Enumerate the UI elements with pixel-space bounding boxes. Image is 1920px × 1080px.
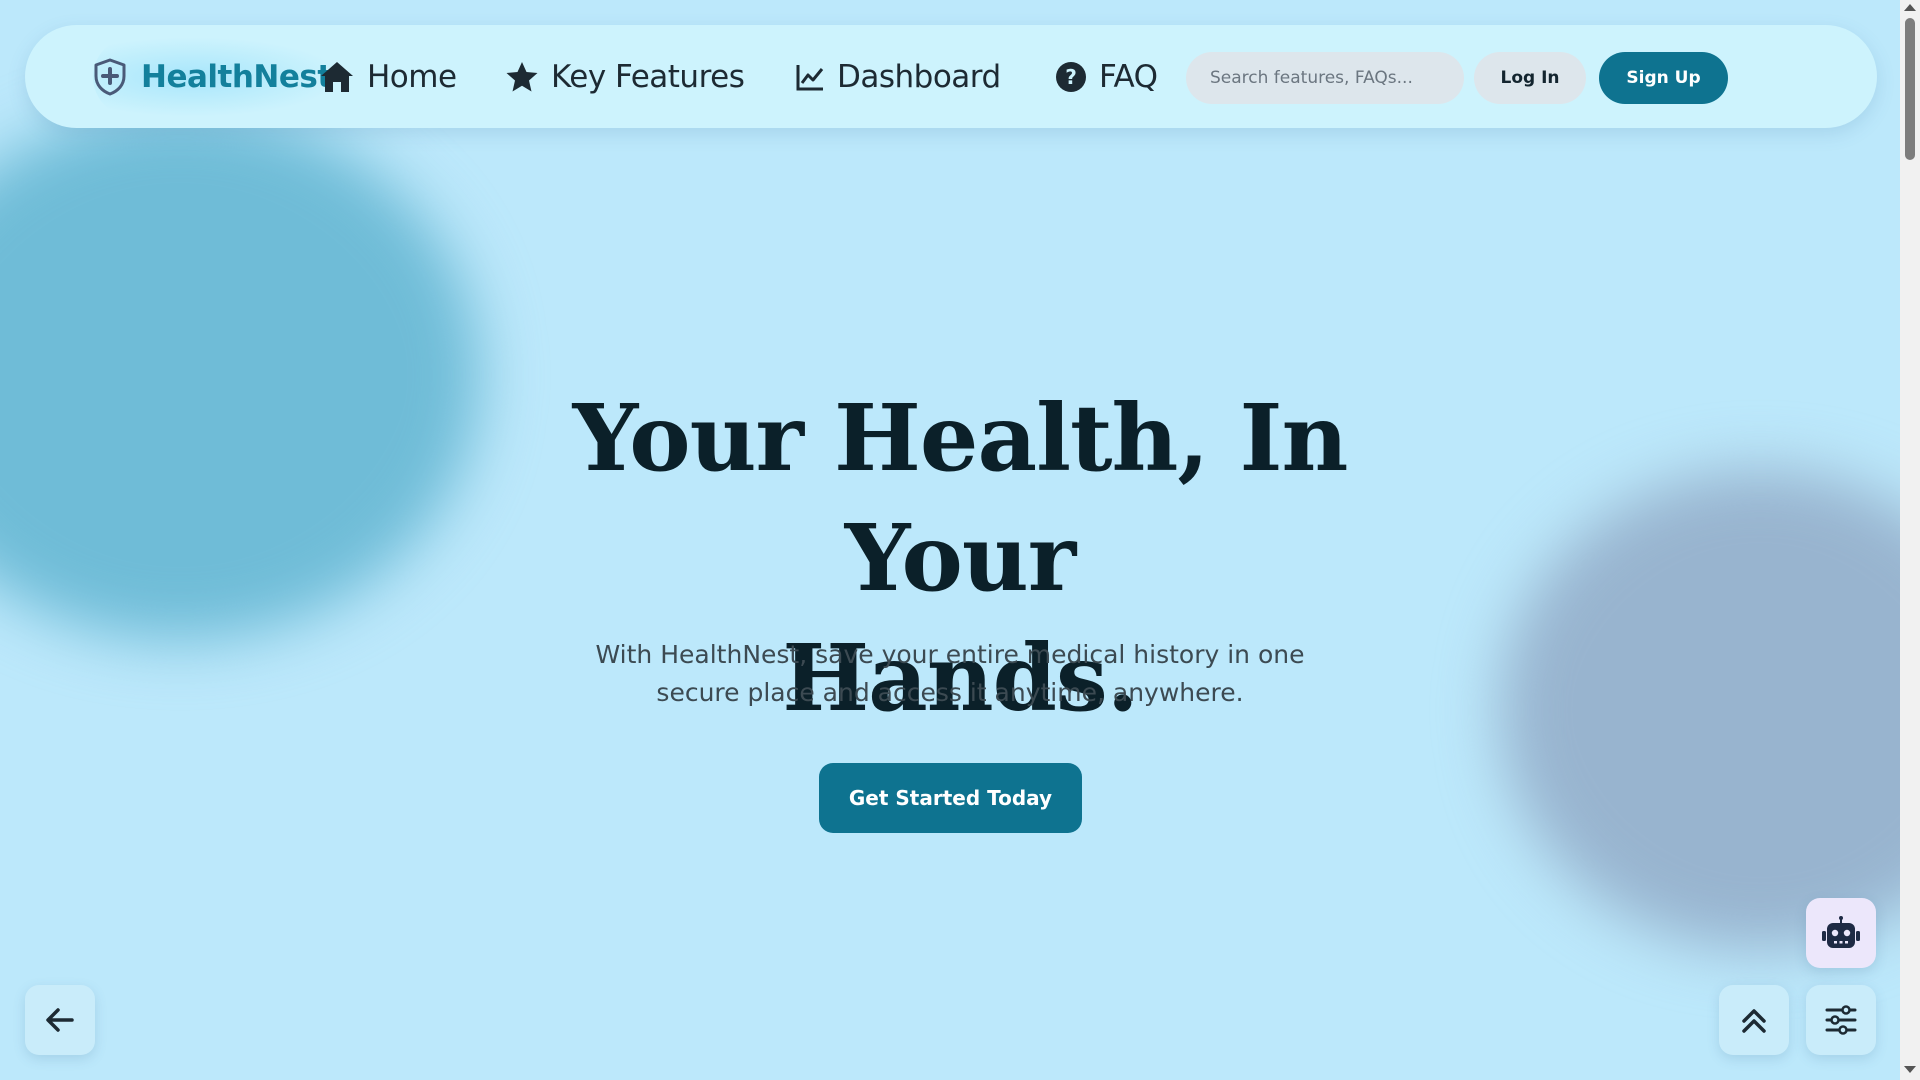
chart-line-icon (796, 64, 824, 90)
hero-subtitle: With HealthNest, save your entire medica… (560, 636, 1340, 712)
hero-subtitle-line1: With HealthNest, save your entire medica… (595, 640, 1305, 669)
scroll-up-arrow[interactable] (1904, 4, 1916, 11)
home-icon (321, 61, 353, 92)
nav-link-key-features[interactable]: Key Features (505, 25, 745, 128)
nav-link-dashboard[interactable]: Dashboard (795, 25, 1001, 128)
chatbot-button[interactable] (1806, 898, 1876, 968)
scroll-to-top-button[interactable] (1719, 985, 1789, 1055)
nav-link-label: Dashboard (837, 58, 1001, 95)
top-navbar: HealthNest Home Key Features Dashboard ?… (25, 25, 1877, 128)
vertical-scrollbar[interactable] (1900, 0, 1920, 1080)
star-icon (506, 61, 538, 91)
brand-logo[interactable]: HealthNest (93, 25, 343, 128)
nav-link-home[interactable]: Home (319, 25, 457, 128)
settings-button[interactable] (1806, 985, 1876, 1055)
arrow-left-icon (46, 1008, 74, 1032)
decorative-blob-right (1500, 470, 1920, 950)
scrollbar-thumb[interactable] (1905, 18, 1915, 160)
back-button[interactable] (25, 985, 95, 1055)
nav-link-faq[interactable]: ? FAQ (1055, 25, 1158, 128)
get-started-button[interactable]: Get Started Today (819, 763, 1082, 833)
nav-link-label: Key Features (551, 58, 745, 95)
login-button[interactable]: Log In (1474, 52, 1586, 104)
shield-plus-icon (94, 58, 126, 95)
hero-subtitle-line2: secure place and access it anytime, anyw… (656, 678, 1244, 707)
sliders-icon (1825, 1005, 1857, 1035)
decorative-blob-left (0, 110, 480, 640)
brand-name: HealthNest (141, 58, 332, 95)
signup-button[interactable]: Sign Up (1599, 52, 1728, 104)
svg-text:?: ? (1065, 65, 1077, 89)
double-chevron-up-icon (1742, 1009, 1766, 1033)
search-input[interactable] (1186, 52, 1464, 104)
nav-link-label: Home (367, 58, 457, 95)
question-circle-icon: ? (1056, 61, 1086, 92)
robot-icon (1822, 916, 1860, 948)
hero-title-line1: Your Health, In Your (572, 384, 1349, 612)
nav-link-label: FAQ (1099, 58, 1158, 95)
page: HealthNest Home Key Features Dashboard ?… (0, 0, 1920, 1080)
scroll-down-arrow[interactable] (1904, 1066, 1916, 1073)
